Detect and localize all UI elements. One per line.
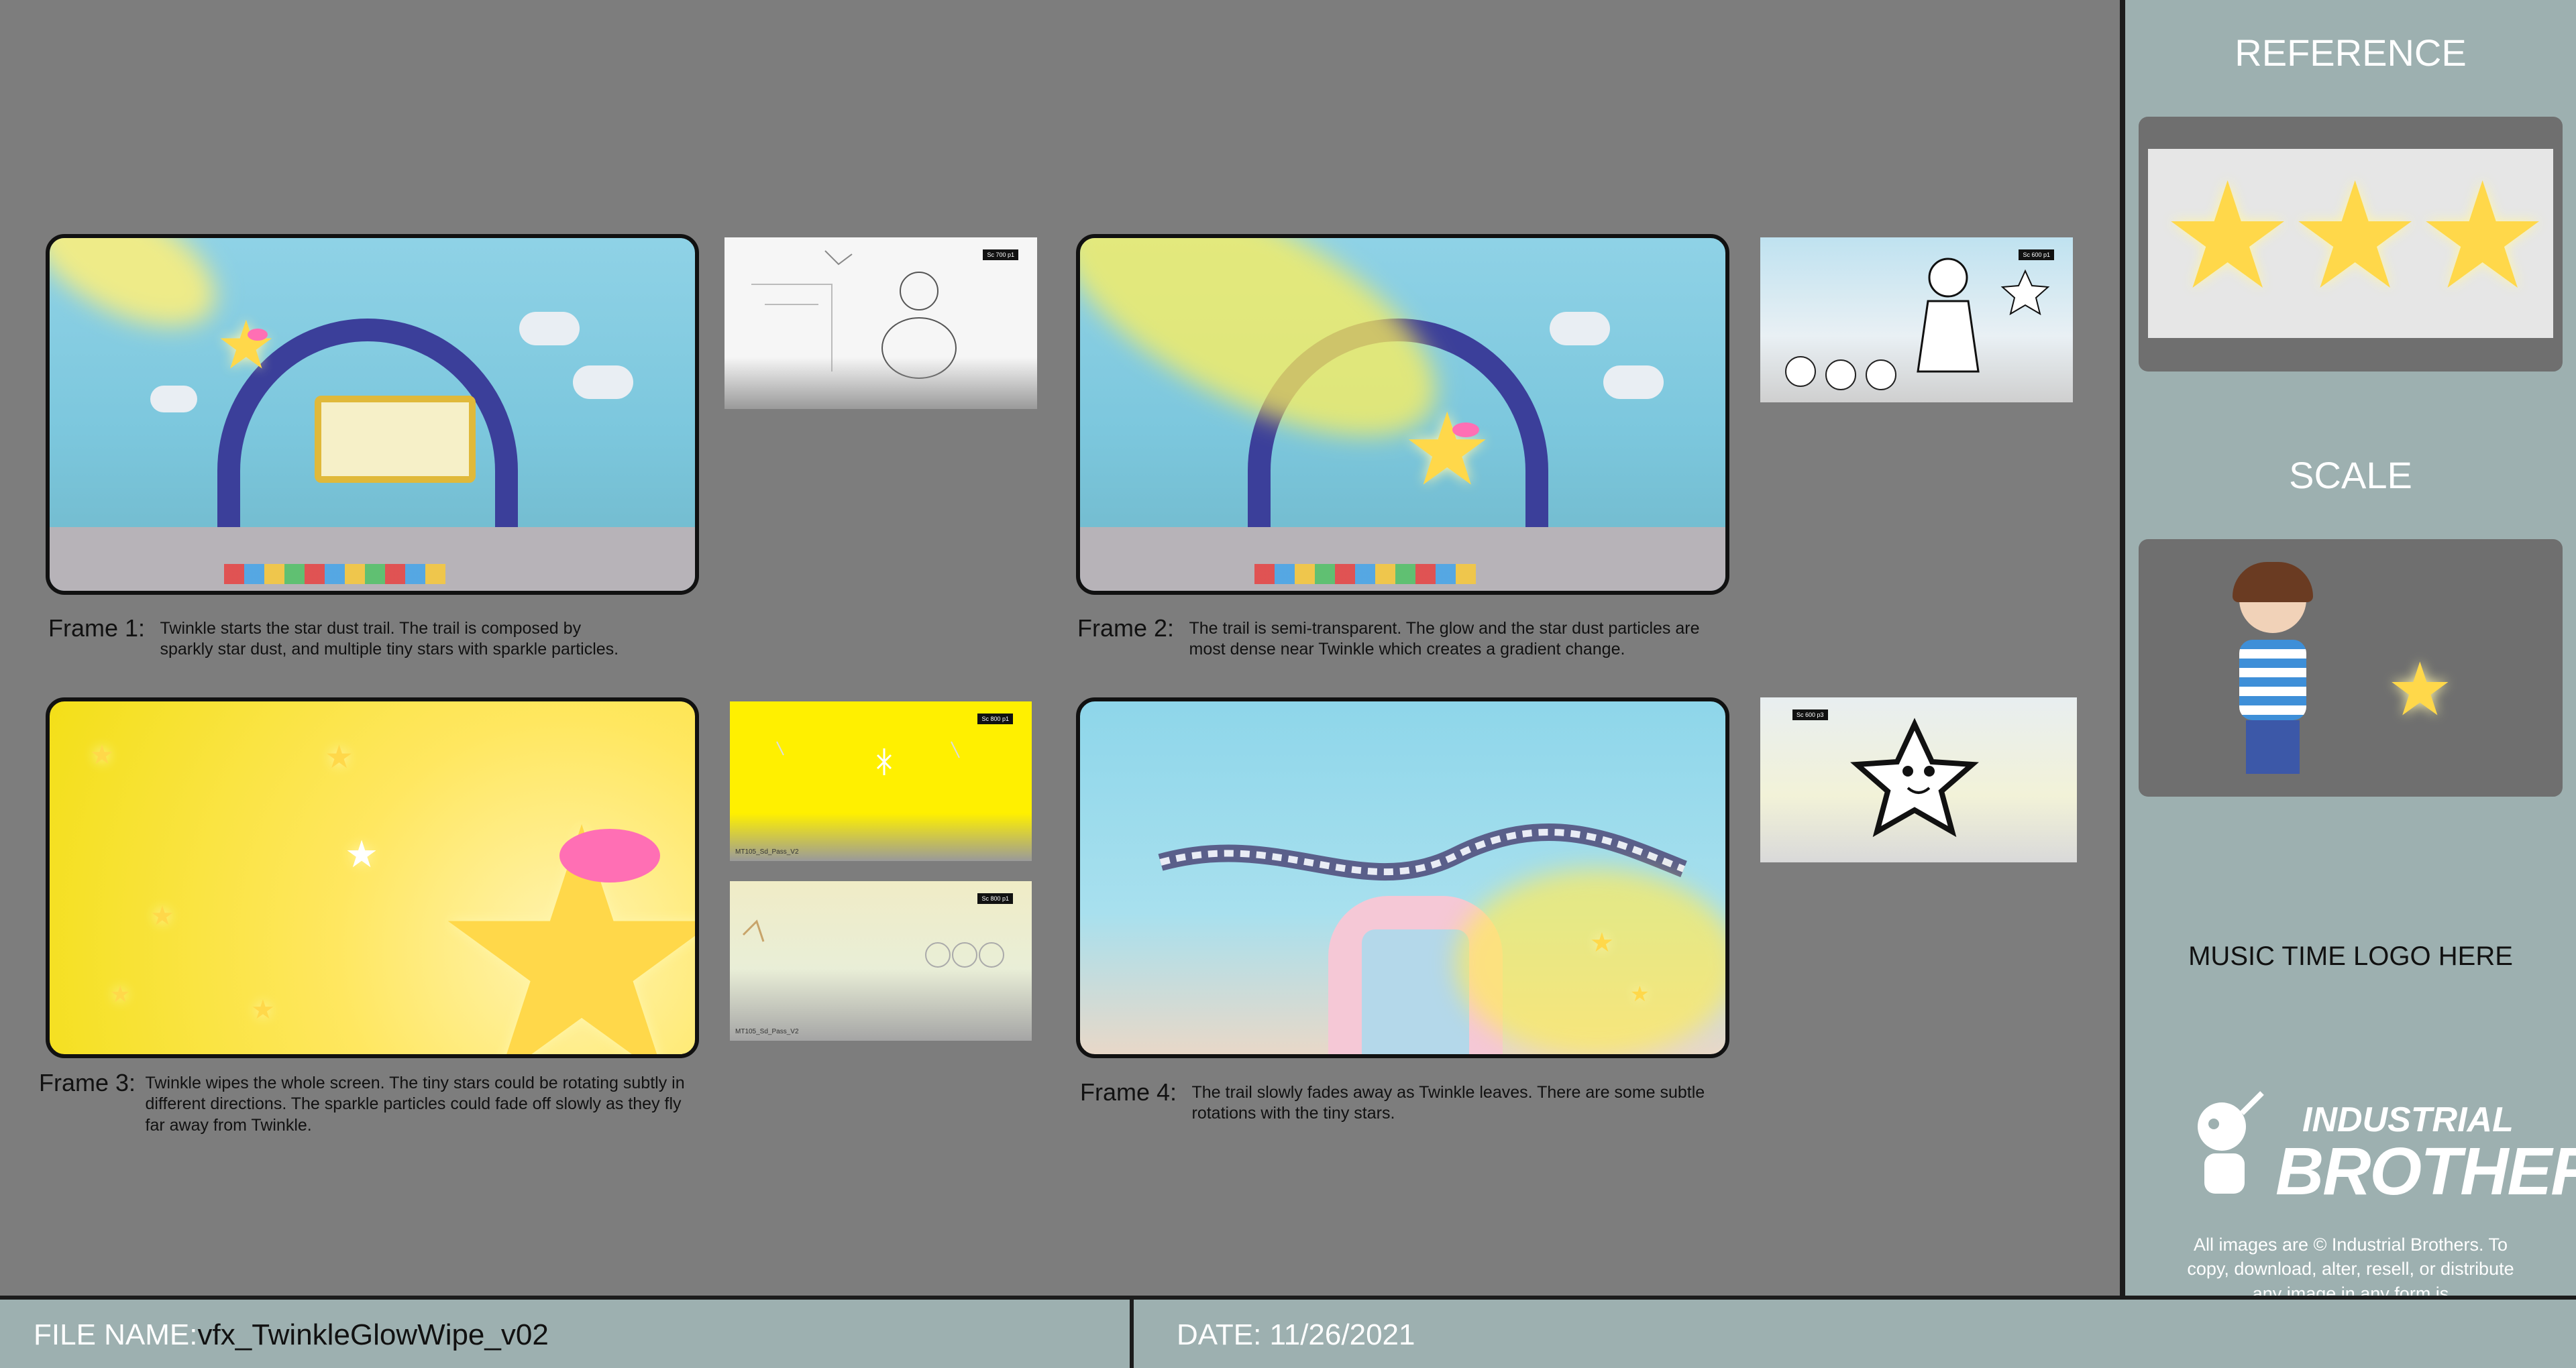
frame-2-image: ★: [1076, 234, 1729, 595]
frame-1-body: Twinkle starts the star dust trail. The …: [160, 619, 619, 659]
reference-box: ★ ★ ★: [2139, 117, 2563, 372]
door-panel: [1362, 929, 1469, 1054]
star-dust-trail: [50, 238, 236, 353]
bow-icon: [1452, 422, 1479, 437]
frame-1-title: Frame 1:: [48, 614, 146, 642]
file-name-field: FILE NAME:vfx_TwinkleGlowWipe_v02: [34, 1318, 549, 1352]
frame-4-title: Frame 4:: [1080, 1078, 1177, 1106]
frame-3-sketch-thumbnail-b: Sc 800 p1 MT105_Sd_Pass_V2: [730, 881, 1032, 1041]
brand-line-2: BROTHERS: [2275, 1134, 2576, 1209]
tiny-star-icon: ★: [325, 740, 354, 775]
frame-2-caption: Frame 2: The trail is semi-transparent. …: [1077, 613, 1721, 661]
girl-pants: [2246, 720, 2300, 774]
reference-title: REFERENCE: [2235, 32, 2467, 74]
sketch-drawing: [742, 919, 1004, 968]
file-name-value: vfx_TwinkleGlowWipe_v02: [197, 1318, 549, 1351]
twinkle-star-icon: ★: [2416, 154, 2549, 319]
twinkle-star-icon: ★: [1402, 393, 1493, 506]
bow-icon: [248, 329, 268, 341]
footer-bar: FILE NAME:vfx_TwinkleGlowWipe_v02 DATE: …: [0, 1296, 2576, 1368]
girl-shirt: [2239, 640, 2306, 720]
scene-tag: Sc 700 p1: [983, 249, 1018, 260]
cloud: [519, 312, 580, 345]
sign-board: [315, 396, 476, 483]
sidebar: REFERENCE ★ ★ ★ SCALE ★ MUSIC TIME LOGO …: [2125, 0, 2576, 1296]
cloud: [573, 365, 633, 399]
frame-1-sketch-thumbnail: Sc 700 p1: [724, 237, 1037, 409]
scene-tag: Sc 800 p1: [977, 893, 1013, 904]
tiny-star-icon: ★: [1590, 928, 1614, 958]
music-time-logo-placeholder: MUSIC TIME LOGO HERE: [2188, 942, 2513, 971]
girl-hair: [2233, 562, 2313, 602]
frame-2-title: Frame 2:: [1077, 614, 1175, 642]
tiny-star-icon: ★: [345, 833, 379, 875]
twinkle-star-icon: ★: [2161, 154, 2294, 319]
scale-title: SCALE: [2289, 454, 2412, 496]
scene-tag: Sc 800 p1: [977, 714, 1013, 724]
scene-tag: Sc 600 p1: [2019, 249, 2054, 260]
frame-3-sketch-thumbnail-a: Sc 800 p1 MT105_Sd_Pass_V2: [730, 701, 1032, 861]
rug: [1254, 564, 1476, 584]
file-name-label: FILE NAME:: [34, 1318, 198, 1351]
frame-3-image: ★ ★ ★ ★ ★ ★ ★: [46, 697, 699, 1058]
sketch-drawing: [1785, 258, 2050, 390]
cloud: [1603, 365, 1664, 399]
storyboard-canvas: ★ Frame 1: Twinkle starts the star dust …: [0, 0, 2122, 1296]
cloud: [1550, 312, 1610, 345]
footer-divider: [1130, 1300, 1134, 1368]
twinkle-star-icon: ★: [2289, 154, 2422, 319]
thumb-fade: [724, 357, 1037, 409]
twinkle-star-icon: ★: [216, 308, 276, 383]
scene-tag: Sc 600 p3: [1792, 709, 1828, 720]
copyright-notice: All images are © Industrial Brothers. To…: [2187, 1235, 2514, 1296]
frame-4-caption: Frame 4: The trail slowly fades away as …: [1080, 1077, 1724, 1125]
twinkle-star-icon: ★: [2387, 648, 2453, 731]
sidebar-divider: [2120, 0, 2125, 1296]
frame-3-title: Frame 3:: [39, 1069, 136, 1096]
thumb-label: MT105_Sd_Pass_V2: [735, 1028, 799, 1035]
tiny-star-icon: ★: [1630, 982, 1650, 1006]
frame-1-caption: Frame 1: Twinkle starts the star dust tr…: [48, 613, 692, 661]
tiny-star-icon: ★: [150, 901, 174, 931]
twinkle-star-icon: ★: [425, 782, 695, 1055]
frame-4-body: The trail slowly fades away as Twinkle l…: [1191, 1083, 1705, 1123]
industrial-brothers-logo: INDUSTRIAL BROTHERS: [2182, 1086, 2576, 1209]
frame-3-body: Twinkle wipes the whole screen. The tiny…: [145, 1074, 685, 1135]
tiny-star-icon: ★: [110, 982, 131, 1007]
frame-1-image: ★: [46, 234, 699, 595]
tiny-star-icon: ★: [90, 740, 114, 770]
tiny-star-icon: ★: [251, 995, 275, 1025]
star-dust-trail: [1456, 869, 1725, 1054]
scale-box: ★: [2139, 539, 2563, 797]
cloud: [150, 386, 197, 412]
frame-4-sketch-thumbnail: Sc 600 p3: [1760, 697, 2077, 862]
frame-4-image: ★ ★: [1076, 697, 1729, 1058]
sketch-drawing: [1850, 718, 1979, 838]
date-field: DATE: 11/26/2021: [1177, 1318, 1415, 1351]
frame-2-sketch-thumbnail: Sc 600 p1: [1760, 237, 2073, 402]
robot-mascot-icon: [2198, 1091, 2264, 1194]
frame-2-body: The trail is semi-transparent. The glow …: [1189, 619, 1700, 659]
bow-icon: [559, 829, 660, 882]
rug: [224, 564, 445, 584]
frame-3-caption: Frame 3: Twinkle wipes the whole screen.…: [39, 1068, 703, 1136]
reference-image: ★ ★ ★: [2148, 149, 2553, 338]
thumb-label: MT105_Sd_Pass_V2: [735, 848, 799, 856]
